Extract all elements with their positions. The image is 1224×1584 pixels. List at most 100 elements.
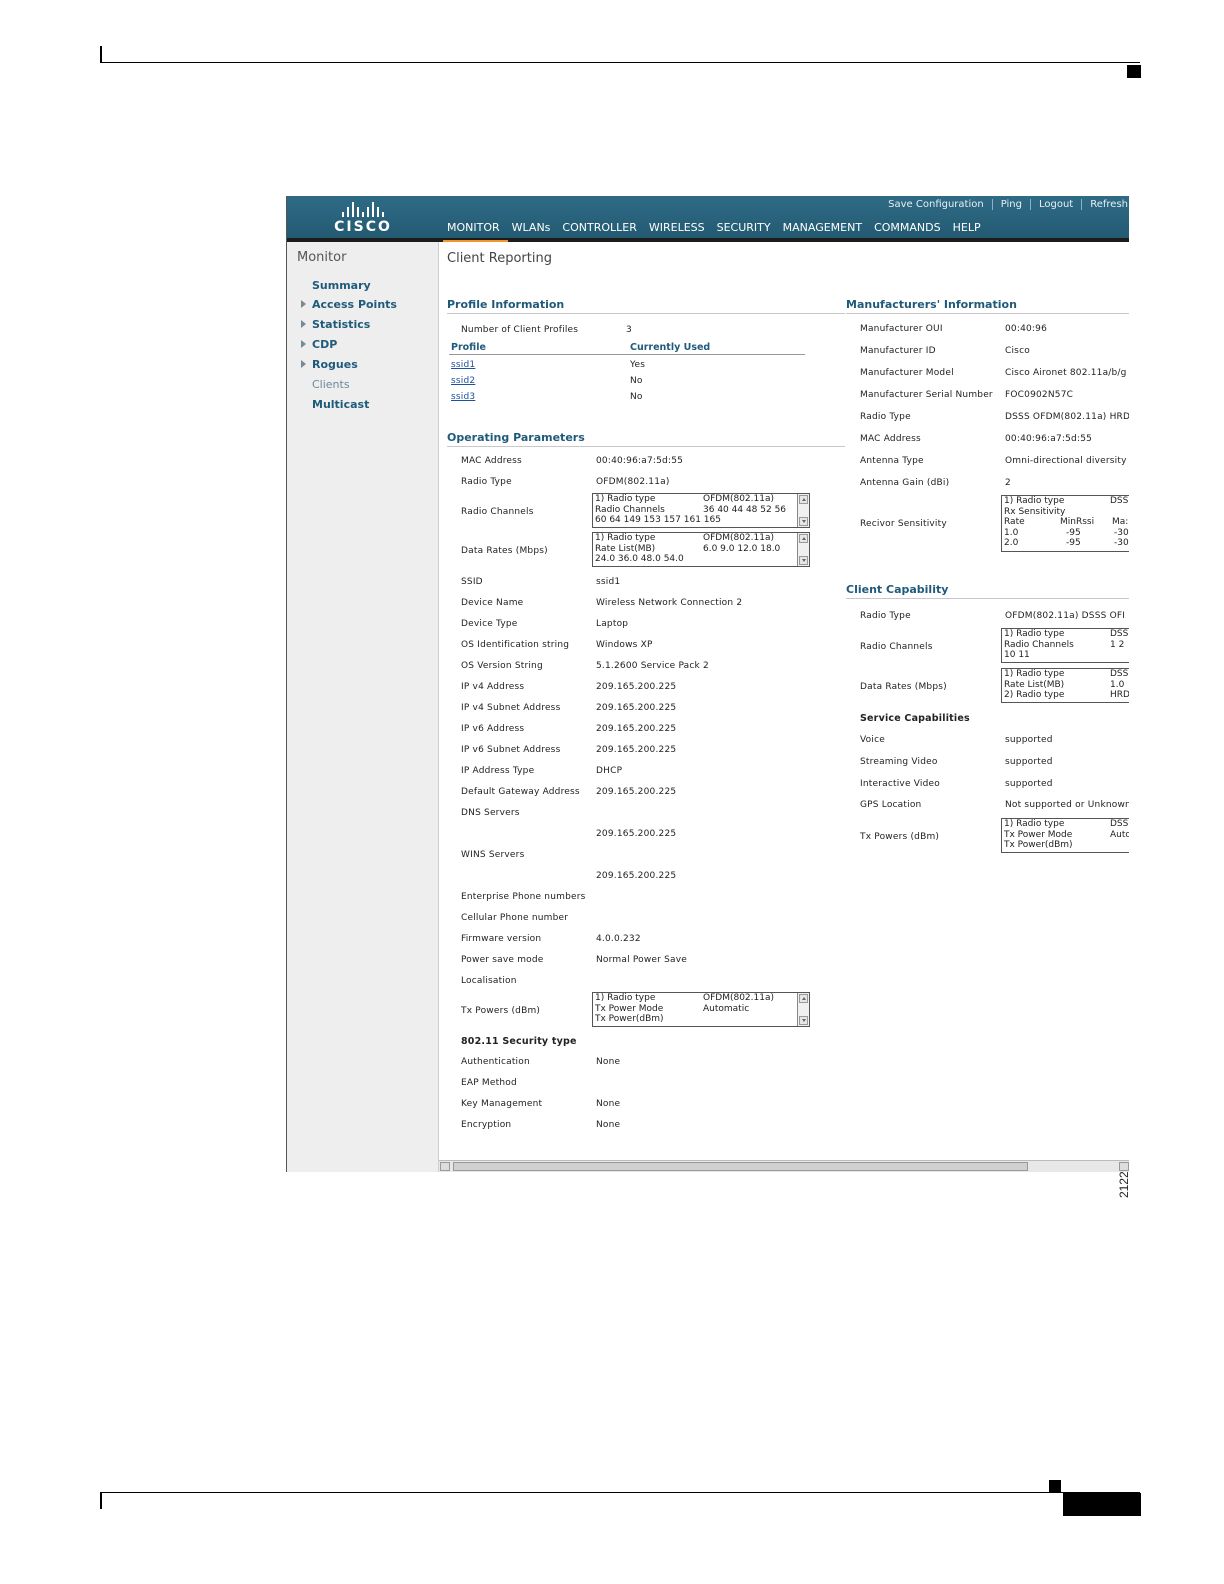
interactive-video-label: Interactive Video <box>860 779 940 789</box>
logout-link[interactable]: Logout <box>1031 199 1083 210</box>
ipv4-subnet-value: 209.165.200.225 <box>596 703 677 713</box>
tab-monitor[interactable]: MONITOR <box>443 221 508 243</box>
section-divider <box>447 446 845 447</box>
tab-controller[interactable]: CONTROLLER <box>558 221 644 243</box>
page-footer-rule <box>100 1492 1140 1493</box>
sidebar-item-cdp[interactable]: CDP <box>312 338 337 351</box>
capability-radio-type-value: OFDM(802.11a) DSSS OFI <box>1005 611 1126 621</box>
profile-link-ssid2[interactable]: ssid2 <box>451 376 475 386</box>
ipv4-value: 209.165.200.225 <box>596 682 677 692</box>
sidebar-item-summary[interactable]: Summary <box>312 279 371 292</box>
save-configuration-link[interactable]: Save Configuration <box>880 199 993 210</box>
gps-location-value: Not supported or Unknown <box>1005 800 1129 810</box>
sidebar-item-clients[interactable]: Clients <box>312 378 350 391</box>
scrollbar[interactable] <box>797 993 809 1026</box>
page-header-tick <box>100 46 102 63</box>
page-title: Client Reporting <box>447 251 552 266</box>
expand-arrow-icon[interactable] <box>301 360 306 368</box>
sidebar-item-rogues[interactable]: Rogues <box>312 358 358 371</box>
manufacturer-serial-value: FOC0902N57C <box>1005 390 1074 400</box>
device-name-value: Wireless Network Connection 2 <box>596 598 743 608</box>
tab-security[interactable]: SECURITY <box>713 221 779 243</box>
manufacturer-mac-label: MAC Address <box>860 434 921 444</box>
scroll-right-icon[interactable] <box>1119 1162 1129 1171</box>
scrollbar[interactable] <box>797 494 809 527</box>
expand-arrow-icon[interactable] <box>301 320 306 328</box>
expand-arrow-icon[interactable] <box>301 340 306 348</box>
key-management-value: None <box>596 1099 621 1109</box>
section-divider <box>447 313 845 314</box>
data-rates-list[interactable]: 1) Radio type OFDM(802.11a) Rate List(MB)… <box>592 532 810 567</box>
manufacturer-id-label: Manufacturer ID <box>860 346 936 356</box>
scroll-left-icon[interactable] <box>440 1162 450 1171</box>
profile-section-title: Profile Information <box>447 298 565 311</box>
tx-powers-list[interactable]: 1) Radio type OFDM(802.11a) Tx Power Mode… <box>592 992 810 1027</box>
sidebar-title: Monitor <box>297 250 347 265</box>
tab-commands[interactable]: COMMANDS <box>870 221 949 243</box>
streaming-video-value: supported <box>1005 757 1053 767</box>
cisco-logo: CISCO <box>333 201 393 237</box>
radio-channels-label: Radio Channels <box>461 507 534 517</box>
cellular-phone-label: Cellular Phone number <box>461 913 569 923</box>
sidebar-item-multicast[interactable]: Multicast <box>312 398 369 411</box>
receiver-sensitivity-label: Recivor Sensitivity <box>860 519 947 529</box>
capability-data-rates-list[interactable]: 1) Radio type DSS Rate List(MB) 1.0 2) Rad… <box>1001 668 1129 703</box>
authentication-label: Authentication <box>461 1057 530 1067</box>
profile-used-value: No <box>630 392 643 402</box>
antenna-type-label: Antenna Type <box>860 456 924 466</box>
scrollbar[interactable] <box>797 533 809 566</box>
streaming-video-label: Streaming Video <box>860 757 938 767</box>
expand-arrow-icon[interactable] <box>301 300 306 308</box>
receiver-sensitivity-list[interactable]: 1) Radio type DSS Rx Sensitivity Rate MinR… <box>1001 495 1129 552</box>
manufacturer-mac-value: 00:40:96:a7:5d:55 <box>1005 434 1093 444</box>
sidebar-item-statistics[interactable]: Statistics <box>312 318 370 331</box>
ipv4-label: IP v4 Address <box>461 682 525 692</box>
capability-radio-channels-list[interactable]: 1) Radio type DSS Radio Channels 1 2 10 11 <box>1001 628 1129 663</box>
ssid-label: SSID <box>461 577 483 587</box>
radio-channels-list[interactable]: 1) Radio type OFDM(802.11a) Radio Channel… <box>592 493 810 528</box>
tab-wlans[interactable]: WLANs <box>508 221 559 243</box>
tab-help[interactable]: HELP <box>949 221 989 243</box>
manufacturer-model-value: Cisco Aironet 802.11a/b/g <box>1005 368 1127 378</box>
page-header-rule <box>100 62 1140 63</box>
profile-used-value: Yes <box>630 360 646 370</box>
capability-tx-powers-list[interactable]: 1) Radio type DSS Tx Power Mode Auto Tx Po… <box>1001 818 1129 853</box>
scroll-thumb[interactable] <box>453 1162 1028 1171</box>
sidebar-item-access-points[interactable]: Access Points <box>312 298 397 311</box>
ipv4-subnet-label: IP v4 Subnet Address <box>461 703 561 713</box>
tab-management[interactable]: MANAGEMENT <box>779 221 870 243</box>
ipv6-value: 209.165.200.225 <box>596 724 677 734</box>
gateway-label: Default Gateway Address <box>461 787 580 797</box>
enterprise-phone-label: Enterprise Phone numbers <box>461 892 586 902</box>
utility-links: Save Configuration Ping Logout Refresh <box>880 199 1129 210</box>
profile-link-ssid3[interactable]: ssid3 <box>451 392 475 402</box>
os-id-value: Windows XP <box>596 640 653 650</box>
power-save-label: Power save mode <box>461 955 544 965</box>
tab-wireless[interactable]: WIRELESS <box>645 221 713 243</box>
wins-servers-label: WINS Servers <box>461 850 525 860</box>
device-name-label: Device Name <box>461 598 524 608</box>
os-version-value: 5.1.2600 Service Pack 2 <box>596 661 709 671</box>
dns-servers-label: DNS Servers <box>461 808 520 818</box>
profile-link-ssid1[interactable]: ssid1 <box>451 360 475 370</box>
refresh-link[interactable]: Refresh <box>1082 199 1129 210</box>
manufacturer-section-title: Manufacturers' Information <box>846 298 1017 311</box>
localisation-label: Localisation <box>461 976 517 986</box>
currently-used-column-header: Currently Used <box>630 342 711 353</box>
ping-link[interactable]: Ping <box>993 199 1031 210</box>
mac-address-value: 00:40:96:a7:5d:55 <box>596 456 684 466</box>
capability-radio-type-label: Radio Type <box>860 611 911 621</box>
table-header-rule <box>449 354 805 355</box>
page-footer-marker <box>1049 1480 1061 1492</box>
capability-section-title: Client Capability <box>846 583 949 596</box>
voice-label: Voice <box>860 735 885 745</box>
capability-radio-channels-label: Radio Channels <box>860 642 933 652</box>
firmware-label: Firmware version <box>461 934 542 944</box>
service-capabilities-heading: Service Capabilities <box>860 713 970 724</box>
horizontal-scrollbar[interactable] <box>439 1160 1129 1172</box>
os-version-label: OS Version String <box>461 661 543 671</box>
eap-method-label: EAP Method <box>461 1078 517 1088</box>
gateway-value: 209.165.200.225 <box>596 787 677 797</box>
voice-value: supported <box>1005 735 1053 745</box>
security-type-heading: 802.11 Security type <box>461 1036 577 1047</box>
